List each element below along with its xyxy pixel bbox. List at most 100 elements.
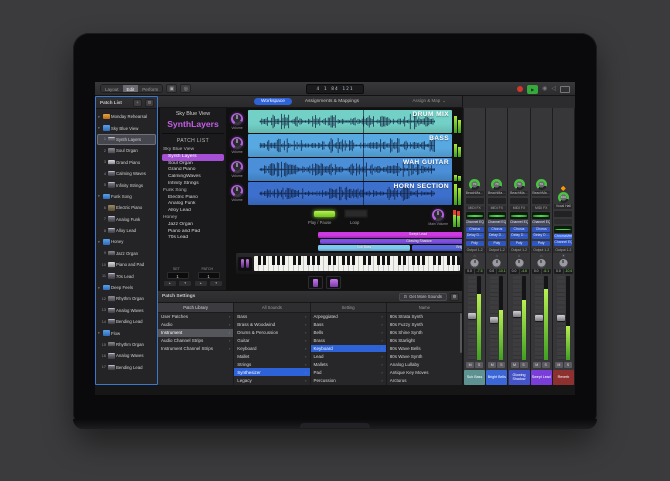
- volume-icon[interactable]: ◁: [551, 85, 556, 94]
- display-icon[interactable]: [560, 86, 570, 93]
- patch-row[interactable]: 4Calming Waves: [97, 168, 156, 179]
- midi-fx-slot[interactable]: [554, 219, 572, 224]
- black-key[interactable]: [298, 256, 301, 265]
- library-item[interactable]: Bells›: [311, 329, 386, 337]
- mute-button[interactable]: M: [533, 362, 541, 368]
- black-key[interactable]: [307, 256, 310, 265]
- black-key[interactable]: [433, 256, 436, 265]
- library-item[interactable]: Brass & Woodwind›: [234, 321, 309, 329]
- track-volume-knob[interactable]: Volume: [226, 137, 248, 154]
- eq-thumbnail[interactable]: [554, 226, 572, 233]
- patch-row[interactable]: 1Synth Layers: [97, 134, 156, 145]
- library-item[interactable]: Guitar›: [234, 337, 309, 345]
- black-key[interactable]: [312, 256, 315, 265]
- black-key[interactable]: [398, 256, 401, 265]
- plugin-slot[interactable]: Delay D…: [510, 233, 528, 238]
- mute-button[interactable]: M: [488, 362, 496, 368]
- smart-control-knob[interactable]: 70: [469, 179, 480, 190]
- black-key[interactable]: [293, 256, 296, 265]
- library-item[interactable]: Lead›: [311, 352, 386, 360]
- panels-icon[interactable]: ▣: [166, 84, 177, 93]
- patch-row[interactable]: 17Bending Lead: [97, 362, 156, 373]
- patch-row[interactable]: 8Alloy Lead: [97, 225, 156, 236]
- library-item[interactable]: 80s Strata Synth: [387, 313, 462, 321]
- black-key[interactable]: [328, 256, 331, 265]
- patch-list-row[interactable]: Electric Piano: [162, 195, 224, 202]
- midi-fx-slot[interactable]: MIDI FX: [466, 206, 484, 211]
- midi-fx-slot[interactable]: MIDI FX: [532, 206, 550, 211]
- main-volume-knob[interactable]: Main Volume: [428, 209, 448, 226]
- disclosure-triangle-icon[interactable]: ▾: [98, 331, 101, 335]
- setting-slot[interactable]: [532, 198, 550, 204]
- mute-button[interactable]: M: [466, 362, 474, 368]
- library-item[interactable]: Drums & Percussion›: [234, 329, 309, 337]
- library-item[interactable]: Antique Key Moves: [387, 368, 462, 376]
- patch-list-row[interactable]: Synth Layers: [162, 154, 224, 161]
- record-icon[interactable]: [517, 86, 523, 92]
- black-key[interactable]: [438, 256, 441, 265]
- layer-zone[interactable]: Sub Bass: [318, 245, 410, 251]
- play-pause-button[interactable]: [312, 209, 336, 218]
- plugin-slot[interactable]: Channel EQ: [554, 240, 572, 245]
- concert-row[interactable]: ▾Monday Rehearsal: [97, 111, 156, 122]
- black-key[interactable]: [447, 256, 450, 265]
- set-row[interactable]: ▾Funk Song: [97, 191, 156, 202]
- plugin-slot[interactable]: Delay D…: [488, 233, 506, 238]
- plugin-slot[interactable]: Channel EQ: [532, 220, 550, 225]
- library-item[interactable]: Bass›: [311, 321, 386, 329]
- patch-list-row[interactable]: Infinity Strings: [162, 181, 224, 188]
- poly-button[interactable]: Poly: [488, 241, 506, 246]
- setting-slot[interactable]: [466, 198, 484, 204]
- black-key[interactable]: [452, 256, 455, 265]
- black-key[interactable]: [347, 256, 350, 265]
- patch-list-row[interactable]: 70s Lead: [162, 235, 224, 242]
- eq-thumbnail[interactable]: [466, 212, 484, 219]
- patch-list-row[interactable]: Soul Organ: [162, 161, 224, 168]
- plugin-slot[interactable]: Chorus: [532, 227, 550, 232]
- black-key[interactable]: [382, 256, 385, 265]
- track-volume-knob[interactable]: Volume: [226, 161, 248, 178]
- eq-thumbnail[interactable]: [510, 212, 528, 219]
- volume-fader[interactable]: [557, 276, 565, 360]
- library-item[interactable]: Mallets›: [311, 360, 386, 368]
- waveform-display[interactable]: DRUM MIX: [248, 110, 452, 133]
- black-key[interactable]: [422, 256, 425, 265]
- library-item[interactable]: Keyboard›: [234, 345, 309, 353]
- solo-button[interactable]: S: [520, 362, 528, 368]
- black-key[interactable]: [377, 256, 380, 265]
- setting-slot[interactable]: [510, 198, 528, 204]
- patch-row[interactable]: 5Infinity Strings: [97, 179, 156, 190]
- library-item[interactable]: Strings›: [234, 360, 309, 368]
- patch-list-row[interactable]: Piano and Pad: [162, 229, 224, 236]
- patch-row[interactable]: 7Analog Funk: [97, 214, 156, 225]
- poly-button[interactable]: Poly: [532, 241, 550, 246]
- library-item[interactable]: Bass›: [234, 313, 309, 321]
- set-prev-button[interactable]: ▲: [164, 281, 176, 286]
- track-volume-knob[interactable]: Volume: [226, 185, 248, 202]
- pitch-mod-wheels[interactable]: [238, 257, 252, 271]
- volume-fader[interactable]: [535, 276, 543, 360]
- library-item[interactable]: Audio›: [158, 321, 233, 329]
- library-item[interactable]: Pad›: [311, 368, 386, 376]
- patch-row[interactable]: 1170s Lead: [97, 270, 156, 281]
- set-row[interactable]: ▾Deep Feels: [97, 282, 156, 293]
- disclosure-triangle-icon[interactable]: ▾: [98, 240, 101, 244]
- set-next-button[interactable]: ▼: [179, 281, 191, 286]
- fader-cap[interactable]: [513, 311, 521, 317]
- piano-keys[interactable]: [254, 256, 460, 271]
- set-row[interactable]: ▾Sky Blue View: [97, 122, 156, 133]
- patch-prev-button[interactable]: ▲: [195, 281, 207, 286]
- poly-button[interactable]: Poly: [510, 241, 528, 246]
- pan-knob[interactable]: [515, 259, 524, 268]
- plugin-slot[interactable]: Chorus: [466, 227, 484, 232]
- patch-gear-icon[interactable]: ⚙: [145, 99, 154, 107]
- assign-map-button[interactable]: Assign & Map ⌄: [412, 98, 446, 104]
- smart-control-knob[interactable]: 70: [514, 179, 525, 190]
- midi-fx-slot[interactable]: MIDI FX: [488, 206, 506, 211]
- volume-fader[interactable]: [468, 276, 476, 360]
- library-item[interactable]: 80s Fuzzy Synth: [387, 321, 462, 329]
- pan-knob[interactable]: [537, 259, 546, 268]
- black-key[interactable]: [272, 256, 275, 265]
- patch-list-row[interactable]: Honey: [162, 215, 224, 222]
- solo-button[interactable]: S: [497, 362, 505, 368]
